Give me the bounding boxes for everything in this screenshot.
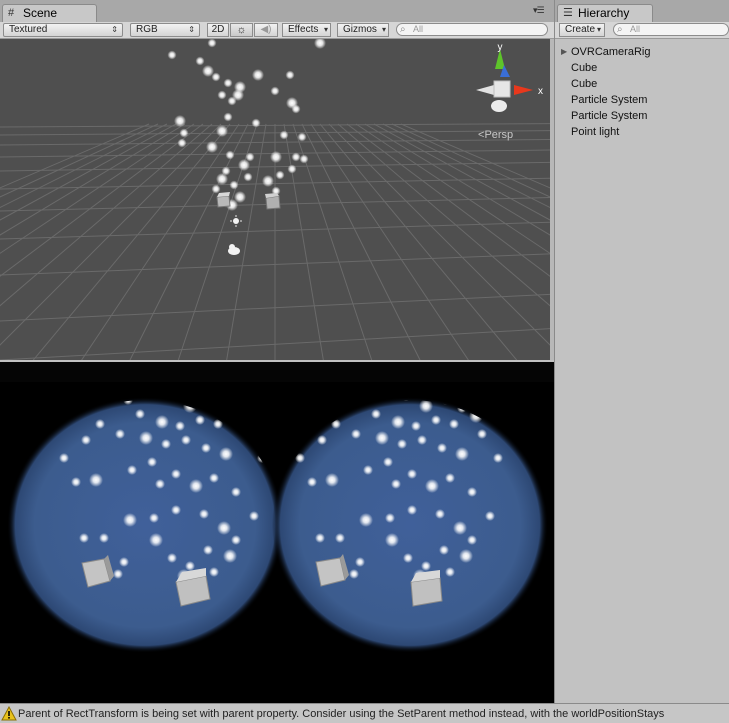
audio-toggle-button[interactable]: ◀) (254, 23, 278, 37)
projection-toggle[interactable]: <Persp (478, 129, 513, 141)
hierarchy-item-particle-system[interactable]: Particle System (555, 108, 729, 124)
orientation-gizmo[interactable]: y x (476, 42, 543, 112)
scene-toolbar: Textured ⇕ RGB ⇕ 2D ☼ ◀) Effects ▾ Gizmo… (0, 22, 554, 39)
dropdown-arrows-icon: ⇕ (111, 25, 118, 34)
create-label: Create (565, 24, 596, 35)
hierarchy-item-label: Particle System (571, 110, 648, 122)
scene-search-placeholder: All (413, 24, 424, 34)
scene-tabbar: # Scene ▾☰ (0, 0, 554, 23)
hierarchy-search-placeholder: All (630, 24, 641, 34)
hierarchy-item-cube[interactable]: Cube (555, 60, 729, 76)
search-icon: ⌕ (400, 24, 406, 35)
hierarchy-list: ▶ OVRCameraRig Cube Cube Particle System… (555, 44, 729, 140)
scene-search-input[interactable]: ⌕ All (396, 23, 548, 36)
gizmos-dropdown[interactable]: Gizmos ▾ (337, 23, 389, 37)
left-eye-lens (7, 397, 283, 653)
hierarchy-tabbar: ☰ Hierarchy (555, 0, 729, 23)
hierarchy-search-input[interactable]: ⌕ All (613, 23, 729, 36)
hierarchy-item-particle-system[interactable]: Particle System (555, 92, 729, 108)
toggle-2d-button[interactable]: 2D (207, 23, 229, 37)
axis-neg-y-cone (491, 100, 507, 112)
warning-icon (1, 706, 17, 721)
hierarchy-item-label: OVRCameraRig (571, 46, 651, 58)
scene-viewport[interactable]: y x <Persp (0, 39, 550, 360)
axis-neg-x-cone (476, 85, 494, 95)
draw-mode-value: Textured (9, 24, 48, 35)
tab-scene-label: Scene (23, 6, 58, 20)
axis-x-label: x (538, 86, 543, 97)
create-dropdown[interactable]: Create ▾ (559, 23, 605, 37)
hierarchy-item-cube[interactable]: Cube (555, 76, 729, 92)
effects-label: Effects (288, 24, 319, 35)
game-view[interactable] (0, 362, 554, 703)
gizmo-center-cube (493, 80, 511, 98)
list-icon: ☰ (563, 7, 573, 19)
speaker-icon: ◀) (260, 24, 272, 35)
scene-cube (216, 192, 231, 208)
tab-scene[interactable]: # Scene (2, 4, 97, 22)
hierarchy-item-ovrcamerarig[interactable]: ▶ OVRCameraRig (555, 44, 729, 60)
panel-menu-icon[interactable]: ▾☰ (533, 5, 545, 16)
camera-rig-gizmo (228, 244, 240, 255)
expand-arrow-icon[interactable]: ▶ (561, 44, 567, 60)
hierarchy-item-label: Cube (571, 78, 598, 90)
tab-hierarchy-label: Hierarchy (578, 6, 630, 20)
axis-x-cone (514, 85, 533, 95)
axis-y-label: y (498, 42, 503, 53)
hierarchy-window: ☰ Hierarchy Create ▾ ⌕ All ▶ OVRCameraRi… (554, 0, 729, 703)
hierarchy-item-label: Particle System (571, 94, 648, 106)
effects-dropdown[interactable]: Effects ▾ (282, 23, 331, 37)
sun-icon: ☼ (236, 24, 247, 36)
hierarchy-item-point-light[interactable]: Point light (555, 124, 729, 140)
dropdown-arrows-icon: ⇕ (188, 25, 195, 34)
search-icon: ⌕ (617, 24, 623, 35)
stereo-render (7, 397, 548, 653)
dropdown-arrow-icon: ▾ (596, 25, 601, 34)
gizmos-label: Gizmos (343, 24, 377, 35)
dropdown-arrow-icon: ▾ (323, 25, 328, 34)
draw-mode-dropdown[interactable]: Textured ⇕ (3, 23, 123, 37)
toggle-2d-label: 2D (211, 24, 225, 35)
lighting-toggle-button[interactable]: ☼ (230, 23, 253, 37)
render-mode-value: RGB (136, 24, 158, 35)
hierarchy-item-label: Point light (571, 126, 620, 138)
point-light-gizmo (230, 215, 242, 227)
scene-cube (265, 193, 281, 210)
status-message: Parent of RectTransform is being set wit… (18, 708, 665, 720)
projection-label: Persp (484, 129, 514, 141)
status-bar[interactable]: Parent of RectTransform is being set wit… (0, 703, 729, 723)
scene-canvas: y x (0, 39, 550, 360)
render-mode-dropdown[interactable]: RGB ⇕ (130, 23, 200, 37)
hierarchy-item-label: Cube (571, 62, 598, 74)
dropdown-arrow-icon: ▾ (381, 25, 386, 34)
scene-window: # Scene ▾☰ Textured ⇕ RGB ⇕ 2D ☼ ◀) Effe… (0, 0, 554, 362)
grid-icon: # (8, 7, 15, 19)
tab-hierarchy[interactable]: ☰ Hierarchy (557, 4, 653, 22)
hierarchy-toolbar: Create ▾ ⌕ All (555, 22, 729, 39)
right-eye-lens (272, 397, 548, 653)
